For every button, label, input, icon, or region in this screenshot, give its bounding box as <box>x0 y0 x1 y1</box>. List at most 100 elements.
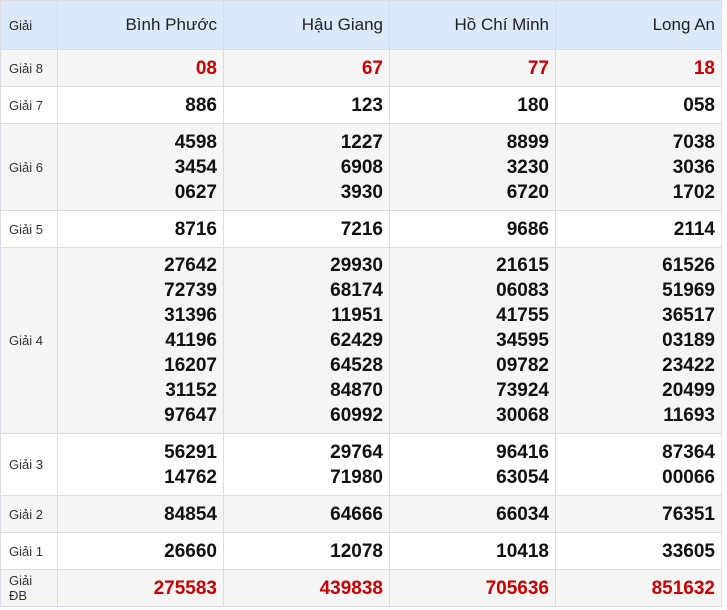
result-cell-hau-giang: 7216 <box>223 210 390 248</box>
prize-row-giai-4: Giải 4 27642 72739 31396 41196 16207 31152 9764… <box>0 247 722 434</box>
winning-number: 180 <box>517 94 549 116</box>
winning-number: 11951 <box>331 305 383 326</box>
winning-number: 67 <box>361 57 383 79</box>
result-cell-binh-phuoc: 4598 3454 0627 <box>57 123 224 211</box>
winning-number: 7038 <box>672 131 715 153</box>
winning-number: 84870 <box>330 380 383 401</box>
winning-number: 851632 <box>651 577 715 599</box>
winning-number: 705636 <box>485 577 549 599</box>
prize-row-giai-1: Giải 1 26660 12078 10418 33605 <box>0 532 722 570</box>
result-cell-hau-giang: 123 <box>223 86 390 124</box>
prize-row-giai-5: Giải 5 8716 7216 9686 2114 <box>0 210 722 248</box>
result-cell-long-an: 7038 3036 1702 <box>555 123 722 211</box>
winning-number: 3930 <box>340 181 383 203</box>
prize-column-header: Giải <box>0 0 58 50</box>
winning-number: 03189 <box>662 330 715 351</box>
prize-label: Giải 5 <box>0 210 58 248</box>
winning-number: 09782 <box>496 355 549 376</box>
winning-number: 36517 <box>662 305 715 326</box>
result-cell-binh-phuoc: 26660 <box>57 532 224 570</box>
result-cell-hau-giang: 67 <box>223 49 390 87</box>
winning-number: 29930 <box>330 255 383 276</box>
winning-number: 87364 <box>662 441 715 463</box>
winning-number: 1702 <box>672 181 715 203</box>
result-cell-ho-chi-minh: 8899 3230 6720 <box>389 123 556 211</box>
winning-number: 18 <box>693 57 715 79</box>
prize-row-giai-8: Giải 8 08 67 77 18 <box>0 49 722 87</box>
prize-label: Giải 3 <box>0 433 58 496</box>
result-cell-binh-phuoc: 886 <box>57 86 224 124</box>
winning-number: 21615 <box>496 255 549 276</box>
winning-number: 3454 <box>174 156 217 178</box>
result-cell-long-an: 18 <box>555 49 722 87</box>
winning-number: 8716 <box>174 218 217 240</box>
result-cell-ho-chi-minh: 180 <box>389 86 556 124</box>
prize-row-giai-3: Giải 3 56291 14762 29764 71980 96416 63054 8736… <box>0 433 722 496</box>
winning-number: 12078 <box>330 540 383 562</box>
winning-number: 96416 <box>496 441 549 463</box>
winning-number: 34595 <box>496 330 549 351</box>
result-cell-long-an: 058 <box>555 86 722 124</box>
winning-number: 27642 <box>164 255 217 276</box>
result-cell-binh-phuoc: 275583 <box>57 569 224 607</box>
result-cell-long-an: 2114 <box>555 210 722 248</box>
winning-number: 2114 <box>673 218 715 240</box>
prize-label: Giải 8 <box>0 49 58 87</box>
winning-number: 16207 <box>164 355 217 376</box>
prize-label: Giải 2 <box>0 495 58 533</box>
result-cell-hau-giang: 64666 <box>223 495 390 533</box>
winning-number: 275583 <box>153 577 217 599</box>
winning-number: 41755 <box>496 305 549 326</box>
result-cell-hau-giang: 1227 6908 3930 <box>223 123 390 211</box>
winning-number: 26660 <box>164 540 217 562</box>
lottery-results-table: Giải Bình Phước Hậu Giang Hồ Chí Minh Lo… <box>0 0 722 607</box>
header-row: Giải Bình Phước Hậu Giang Hồ Chí Minh Lo… <box>0 0 722 50</box>
winning-number: 51969 <box>662 280 715 301</box>
winning-number: 66034 <box>496 503 549 525</box>
winning-number: 9686 <box>506 218 549 240</box>
winning-number: 41196 <box>165 330 217 351</box>
winning-number: 23422 <box>662 355 715 376</box>
prize-row-giai-db: Giải ĐB 275583 439838 705636 851632 <box>0 569 722 607</box>
winning-number: 20499 <box>662 380 715 401</box>
result-cell-hau-giang: 439838 <box>223 569 390 607</box>
winning-number: 29764 <box>330 441 383 463</box>
prize-row-giai-7: Giải 7 886 123 180 058 <box>0 86 722 124</box>
result-cell-long-an: 33605 <box>555 532 722 570</box>
result-cell-ho-chi-minh: 77 <box>389 49 556 87</box>
winning-number: 123 <box>351 94 383 116</box>
winning-number: 56291 <box>164 441 217 463</box>
winning-number: 63054 <box>496 466 549 488</box>
winning-number: 61526 <box>662 255 715 276</box>
winning-number: 30068 <box>496 405 549 426</box>
prize-label: Giải 7 <box>0 86 58 124</box>
winning-number: 00066 <box>662 466 715 488</box>
winning-number: 76351 <box>662 503 715 525</box>
result-cell-binh-phuoc: 08 <box>57 49 224 87</box>
province-header-hau-giang: Hậu Giang <box>223 0 390 50</box>
province-header-ho-chi-minh: Hồ Chí Minh <box>389 0 556 50</box>
winning-number: 31396 <box>164 305 217 326</box>
winning-number: 84854 <box>164 503 217 525</box>
winning-number: 7216 <box>340 218 383 240</box>
prize-row-giai-6: Giải 6 4598 3454 0627 1227 6908 3930 8899 3230 67… <box>0 123 722 211</box>
winning-number: 64528 <box>330 355 383 376</box>
prize-label: Giải 4 <box>0 247 58 434</box>
result-cell-hau-giang: 29764 71980 <box>223 433 390 496</box>
winning-number: 77 <box>527 57 549 79</box>
winning-number: 64666 <box>330 503 383 525</box>
winning-number: 0627 <box>174 181 217 203</box>
prize-label: Giải 6 <box>0 123 58 211</box>
winning-number: 71980 <box>330 466 383 488</box>
winning-number: 886 <box>185 94 217 116</box>
result-cell-ho-chi-minh: 9686 <box>389 210 556 248</box>
result-cell-hau-giang: 29930 68174 11951 62429 64528 84870 60992 <box>223 247 390 434</box>
winning-number: 68174 <box>330 280 383 301</box>
winning-number: 058 <box>683 94 715 116</box>
winning-number: 8899 <box>506 131 549 153</box>
province-header-long-an: Long An <box>555 0 722 50</box>
result-cell-binh-phuoc: 27642 72739 31396 41196 16207 31152 97647 <box>57 247 224 434</box>
prize-label: Giải ĐB <box>0 569 58 607</box>
result-cell-ho-chi-minh: 21615 06083 41755 34595 09782 73924 30068 <box>389 247 556 434</box>
winning-number: 08 <box>195 57 217 79</box>
